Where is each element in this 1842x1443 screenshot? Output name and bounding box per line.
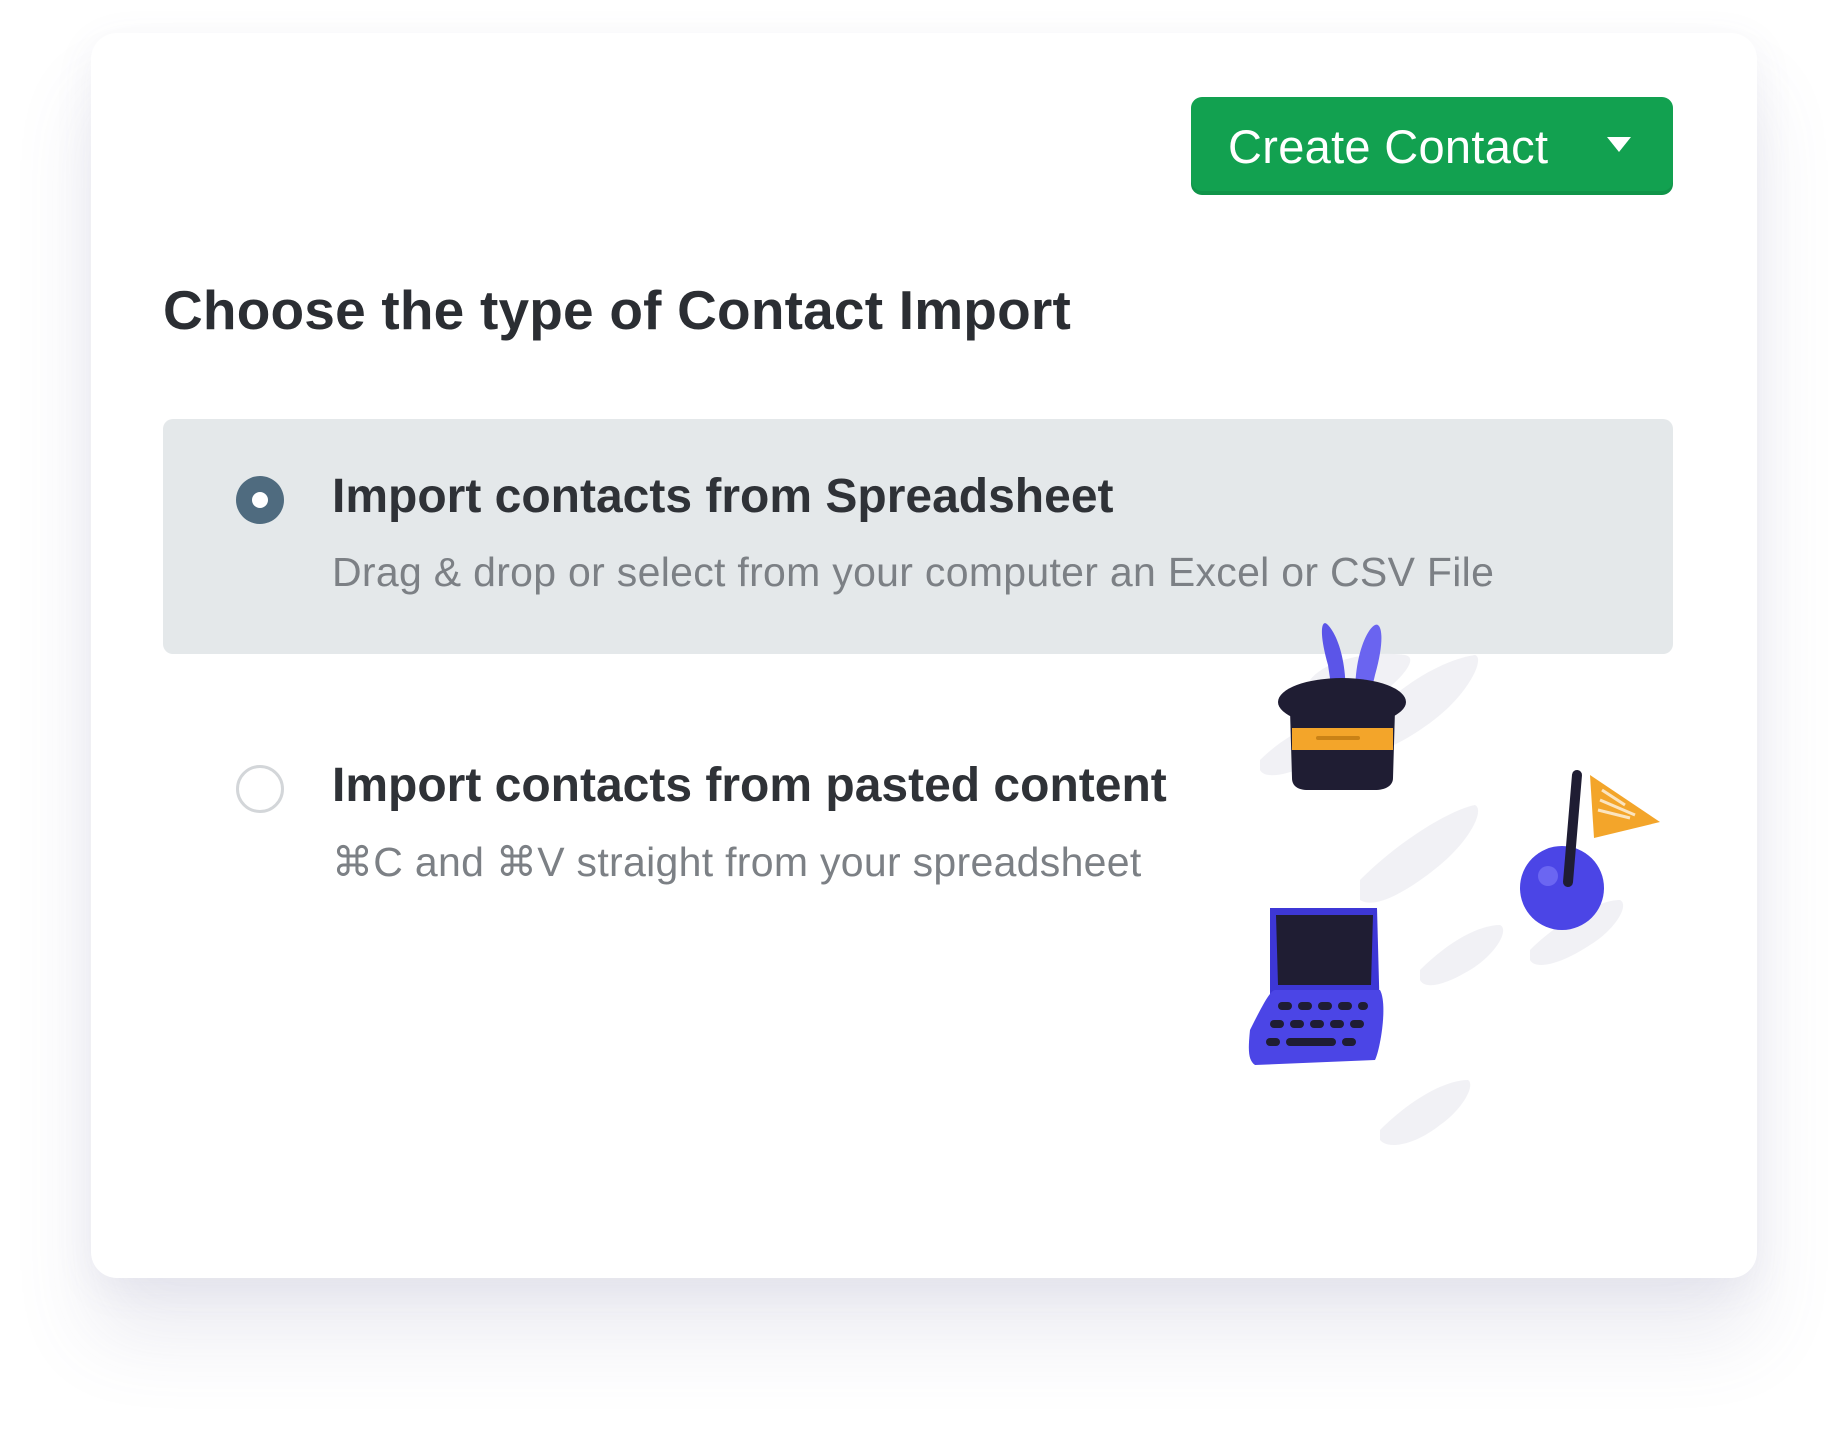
import-illustration <box>1248 623 1660 1145</box>
radio-pasted-content[interactable] <box>236 765 284 813</box>
radio-spreadsheet[interactable] <box>236 476 284 524</box>
magic-hat-icon <box>1278 623 1406 790</box>
caret-down-icon[interactable] <box>1607 137 1631 152</box>
option-spreadsheet-description: Drag & drop or select from your computer… <box>332 549 1495 595</box>
page: Create Contact Choose the type of Contac… <box>0 0 1842 1443</box>
page-title: Choose the type of Contact Import <box>163 279 1072 341</box>
option-pasted-title: Import contacts from pasted content <box>332 759 1167 812</box>
bomb-flag-icon <box>1520 770 1660 930</box>
option-spreadsheet-title: Import contacts from Spreadsheet <box>332 470 1114 523</box>
laptop-icon <box>1248 908 1384 1065</box>
create-contact-label: Create Contact <box>1228 119 1549 173</box>
option-pasted-description: ⌘C and ⌘V straight from your spreadsheet <box>332 839 1142 885</box>
create-contact-button[interactable]: Create Contact <box>1191 97 1673 195</box>
